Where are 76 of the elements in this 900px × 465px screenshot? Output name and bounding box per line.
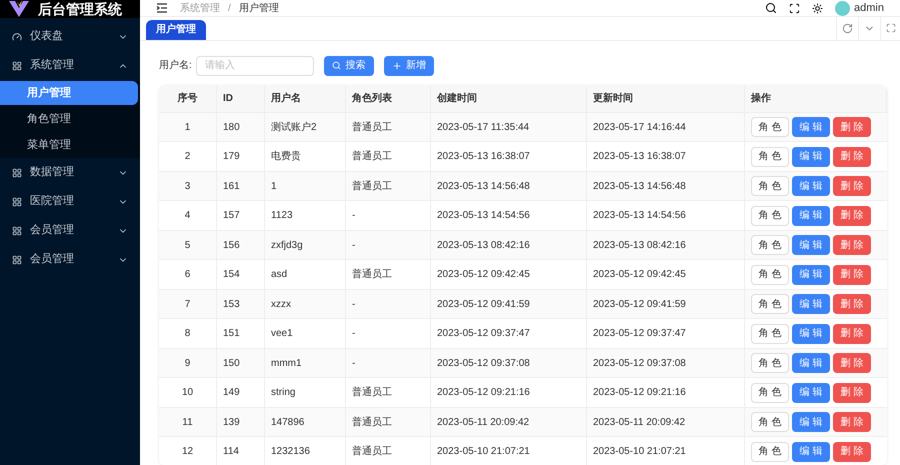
table-cell: 12 — [159, 437, 217, 465]
table-cell: 114 — [217, 437, 265, 465]
grid-icon — [12, 226, 22, 236]
role-button[interactable]: 角 色 — [751, 235, 789, 256]
table-cell: 2023-05-10 21:07:21 — [587, 437, 745, 465]
menu-item[interactable]: 会员管理 — [0, 245, 140, 274]
role-button[interactable]: 角 色 — [751, 264, 789, 285]
role-button[interactable]: 角 色 — [751, 442, 789, 462]
grid-icon — [12, 196, 22, 206]
delete-button[interactable]: 删 除 — [833, 176, 871, 196]
logo-icon — [8, 0, 30, 18]
maximize-icon — [886, 23, 896, 34]
edit-button[interactable]: 编 辑 — [792, 146, 830, 167]
menu-item[interactable]: 会员管理 — [0, 216, 140, 245]
edit-button[interactable]: 编 辑 — [792, 235, 830, 256]
delete-button[interactable]: 删 除 — [833, 382, 871, 403]
tab[interactable]: 用户管理 — [146, 20, 206, 40]
edit-button[interactable]: 编 辑 — [792, 206, 830, 226]
role-button[interactable]: 角 色 — [751, 294, 789, 314]
delete-button[interactable]: 删 除 — [833, 206, 871, 226]
table-cell: 1232136 — [265, 437, 346, 465]
menu-icon[interactable] — [156, 3, 168, 13]
edit-button[interactable]: 编 辑 — [792, 324, 830, 344]
role-button[interactable]: 角 色 — [751, 117, 789, 138]
search-button[interactable]: 搜索 — [324, 56, 374, 76]
delete-button[interactable]: 删 除 — [833, 353, 871, 374]
table-cell: 2023-05-10 21:07:21 — [431, 437, 587, 465]
table-cell: 普通员工 — [346, 437, 431, 465]
username-field[interactable]: 请输入 — [196, 56, 314, 76]
delete-button[interactable]: 删 除 — [833, 324, 871, 344]
plus-icon — [392, 60, 402, 71]
role-button[interactable]: 角 色 — [751, 324, 789, 344]
edit-button[interactable]: 编 辑 — [792, 264, 830, 285]
app-title: 后台管理系统 — [38, 0, 122, 18]
role-button[interactable]: 角 色 — [751, 176, 789, 196]
edit-button[interactable]: 编 辑 — [792, 176, 830, 196]
menu-item[interactable]: 系统管理 — [0, 51, 140, 80]
role-button[interactable]: 角 色 — [751, 146, 789, 167]
gauge-icon — [12, 32, 22, 42]
menu-item[interactable]: 医院管理 — [0, 187, 140, 216]
menu-item[interactable]: 仪表盘 — [0, 22, 140, 51]
delete-button[interactable]: 删 除 — [833, 235, 871, 256]
fullscreen-icon[interactable] — [789, 2, 800, 14]
refresh-icon — [842, 22, 853, 34]
user-name[interactable]: admin — [854, 0, 884, 16]
search-icon — [332, 61, 342, 70]
delete-button[interactable]: 删 除 — [833, 264, 871, 285]
submenu-item[interactable]: 菜单管理 — [0, 132, 140, 158]
delete-button[interactable]: 删 除 — [833, 294, 871, 314]
role-button[interactable]: 角 色 — [751, 412, 789, 432]
field-label: 用户名: — [159, 58, 192, 74]
grid-icon — [12, 254, 22, 264]
submenu-item[interactable]: 用户管理 — [0, 81, 138, 105]
edit-button[interactable]: 编 辑 — [792, 442, 830, 462]
add-button[interactable]: 新增 — [384, 56, 434, 76]
grid-icon — [12, 168, 22, 178]
sun-icon[interactable] — [812, 2, 824, 14]
delete-button[interactable]: 删 除 — [833, 117, 871, 138]
breadcrumb-current: 用户管理 — [238, 2, 279, 16]
search-icon[interactable] — [765, 2, 778, 14]
delete-button[interactable]: 删 除 — [833, 442, 871, 462]
edit-button[interactable]: 编 辑 — [792, 294, 830, 314]
edit-button[interactable]: 编 辑 — [792, 412, 830, 432]
breadcrumb-separator: / — [227, 2, 232, 16]
breadcrumb-link[interactable]: 系统管理 — [180, 0, 220, 16]
edit-button[interactable]: 编 辑 — [792, 382, 830, 403]
edit-button[interactable]: 编 辑 — [792, 117, 830, 138]
menu-item[interactable]: 数据管理 — [0, 158, 140, 187]
delete-button[interactable]: 删 除 — [833, 146, 871, 167]
role-button[interactable]: 角 色 — [751, 353, 789, 374]
submenu-item[interactable]: 角色管理 — [0, 106, 140, 132]
edit-button[interactable]: 编 辑 — [792, 353, 830, 374]
delete-button[interactable]: 删 除 — [833, 412, 871, 432]
role-button[interactable]: 角 色 — [751, 382, 789, 403]
grid-icon — [12, 60, 22, 70]
role-button[interactable]: 角 色 — [751, 206, 789, 226]
